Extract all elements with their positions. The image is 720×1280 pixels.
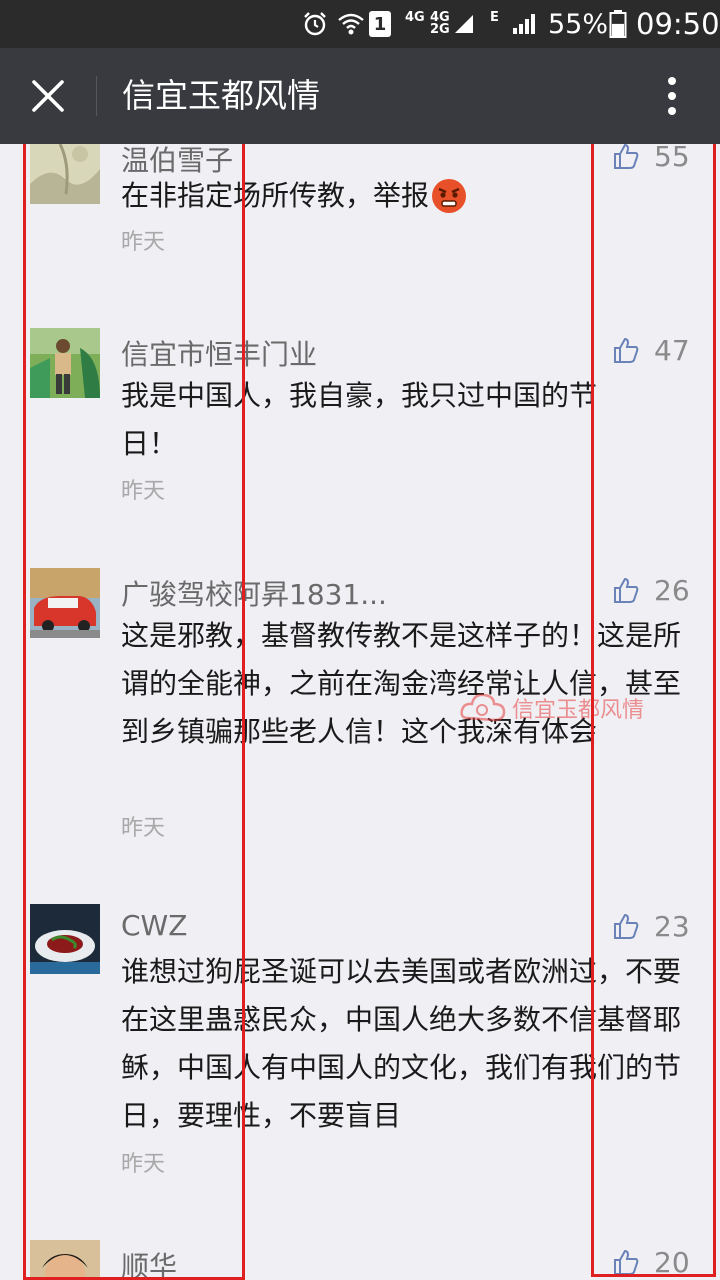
clock: 09:50 [636,7,720,41]
battery-percent: 55% [548,8,609,40]
more-options-button[interactable] [646,68,698,124]
battery-icon [609,0,627,48]
signal-icon [511,0,539,48]
more-vertical-icon [668,77,676,115]
close-button[interactable] [20,68,76,124]
status-bar: 1 4G 4G 2G E 55% 09:50 [0,0,720,48]
dual-network-icon: 4G 2G [430,0,450,48]
wifi-icon [337,0,365,48]
network-bottom-label: 2G [430,22,450,37]
highlight-box-right [591,144,716,1277]
angry-face-icon [432,179,467,213]
signal-small-icon [453,0,475,48]
sim-label: 1 [369,11,391,37]
highlight-box-left [23,144,245,1280]
comments-list[interactable]: 温伯雪子 55 在非指定场所传教，举报 昨天 信宜市恒丰门业 47 我是中国人，… [0,144,720,1280]
page-title: 信宜玉都风情 [122,76,320,115]
title-divider [96,76,97,116]
alarm-icon [302,0,328,48]
sim-slot-icon: 1 [369,0,391,48]
network-e-label: E [490,10,499,25]
close-icon [32,80,64,112]
network-4g-label: 4G [405,10,425,25]
title-bar: 信宜玉都风情 [0,48,720,144]
